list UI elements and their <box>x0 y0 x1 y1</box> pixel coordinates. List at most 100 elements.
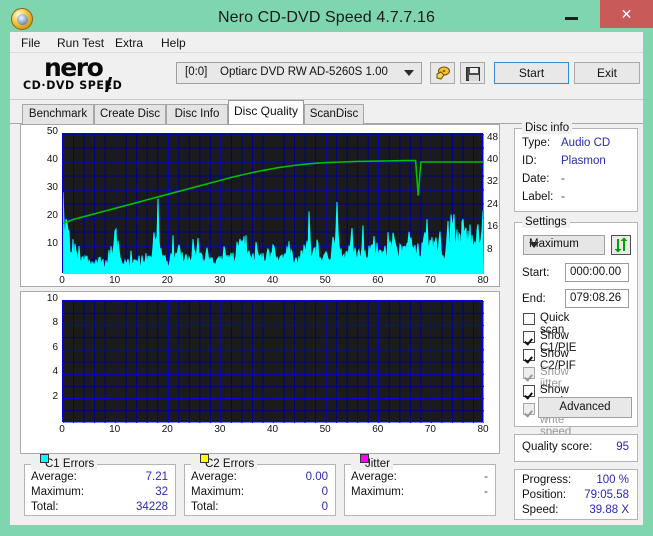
disc-info-group: Disc info Type: Audio CD ID: Plasmon Dat… <box>514 122 638 212</box>
jitter-stats-title: Jitter <box>351 454 393 470</box>
chevron-down-icon <box>404 70 414 76</box>
c2-maximum-value: 0 <box>321 486 328 498</box>
axis-tick-label: 30 <box>214 275 226 286</box>
axis-tick-label: 8 <box>487 243 493 255</box>
c1-total-label: Total: <box>31 501 59 513</box>
axis-tick-label: 30 <box>46 182 58 193</box>
toolbar: nero CD·DVD SPEED [0:0] Optiarc DVD RW A… <box>10 53 643 100</box>
c1-errors-stats: C1 Errors Average: 7.21 Maximum: 32 Tota… <box>24 454 176 516</box>
c1-plot-area <box>62 133 484 274</box>
quality-score-group: Quality score: 95 <box>514 434 638 462</box>
quality-score-value: 95 <box>616 441 629 453</box>
c2-plot-area <box>62 300 484 423</box>
c1-average-value: 7.21 <box>145 471 168 483</box>
refresh-button[interactable] <box>611 235 631 255</box>
refresh-arrows-icon <box>614 237 628 253</box>
jitter-maximum-label: Maximum: <box>351 486 405 498</box>
quality-score-label: Quality score: <box>522 441 593 453</box>
progress-label: Progress: <box>522 474 572 486</box>
axis-tick-label: 40 <box>46 154 58 165</box>
axis-tick-label: 10 <box>109 424 121 435</box>
settings-group: Settings Maximum Start: 000:00.00 End: 0… <box>514 216 638 438</box>
exit-button[interactable]: Exit <box>574 62 640 84</box>
nero-logo: nero CD·DVD SPEED <box>22 53 172 97</box>
nero-cd-dvd-speed-window: Nero CD-DVD Speed 4.7.7.16 File Run Test… <box>0 0 653 536</box>
progress-value: 100 % <box>596 474 629 486</box>
c2-maximum-label: Maximum: <box>191 486 245 498</box>
checkbox-box <box>523 385 535 397</box>
client-area: File Run Test Extra Help nero CD·DVD SPE… <box>9 31 644 525</box>
disc-info-title: Disc info <box>522 122 573 134</box>
axis-tick-label: 20 <box>161 424 173 435</box>
axis-tick-label: 40 <box>266 424 279 435</box>
checkbox-box <box>523 367 535 379</box>
disc-label-label: Label: <box>522 191 554 203</box>
jitter-stats: Jitter Average: - Maximum: - <box>344 454 496 516</box>
axis-tick-label: 80 <box>477 275 489 286</box>
start-button[interactable]: Start <box>494 62 569 84</box>
tab-create-disc[interactable]: Create Disc <box>94 104 166 124</box>
axis-tick-label: 48 <box>487 131 499 143</box>
drive-select[interactable]: [0:0] Optiarc DVD RW AD-5260S 1.00 <box>176 62 422 84</box>
chevron-down-icon <box>529 242 539 248</box>
c1-color-swatch <box>40 454 49 463</box>
axis-tick-label: 10 <box>109 275 121 286</box>
axis-tick-label: 0 <box>59 424 65 435</box>
axis-tick-label: 40 <box>487 154 499 165</box>
advanced-button[interactable]: Advanced <box>538 397 632 418</box>
c1-maximum-label: Maximum: <box>31 486 85 498</box>
drive-id: [0:0] <box>185 66 208 78</box>
eject-disc-button[interactable] <box>430 62 455 84</box>
checkbox-box <box>523 403 535 415</box>
speed-select[interactable]: Maximum <box>523 235 605 255</box>
tab-disc-info[interactable]: Disc Info <box>166 104 228 124</box>
status-group: Progress: 100 % Position: 79:05.58 Speed… <box>514 469 638 520</box>
settings-title: Settings <box>522 216 570 228</box>
menu-bar: File Run Test Extra Help <box>10 32 643 53</box>
axis-tick-label: 80 <box>477 424 489 435</box>
menu-extra[interactable]: Extra <box>110 35 148 51</box>
disc-quality-page: 10 20 30 40 50 8 16 24 32 40 48 0 10 20 30 40 50 60 70 80 2… <box>10 122 643 525</box>
start-time-label: Start: <box>522 267 550 279</box>
axis-tick-label: 20 <box>161 275 173 286</box>
tab-benchmark[interactable]: Benchmark <box>22 104 94 124</box>
end-time-value: 079:08.26 <box>570 292 622 304</box>
axis-tick-label: 60 <box>372 275 384 286</box>
disc-id-label: ID: <box>522 155 537 167</box>
axis-tick-label: 50 <box>319 424 331 435</box>
axis-tick-label: 2 <box>52 390 58 402</box>
disc-type-value: Audio CD <box>561 137 611 149</box>
checkbox-box <box>523 331 535 343</box>
c1-maximum-value: 32 <box>155 486 168 498</box>
axis-tick-label: 24 <box>487 198 499 210</box>
c1-average-label: Average: <box>31 471 77 483</box>
c1-stats-title: C1 Errors <box>31 454 98 470</box>
c1-errors-chart: 10 20 30 40 50 8 16 24 32 40 48 0 10 20 30 40 50 60 70 80 <box>20 124 500 287</box>
jitter-average-value: - <box>484 471 488 483</box>
start-time-value: 000:00.00 <box>570 266 622 278</box>
speed-label: Speed: <box>522 504 559 516</box>
tab-scandisc[interactable]: ScanDisc <box>304 104 364 124</box>
position-label: Position: <box>522 489 567 501</box>
menu-help[interactable]: Help <box>156 35 191 51</box>
start-time-field[interactable]: 000:00.00 <box>565 263 629 282</box>
floppy-disk-icon <box>466 67 480 81</box>
axis-tick-label: 70 <box>424 424 436 435</box>
axis-tick-label: 20 <box>46 210 58 221</box>
axis-tick-label: 60 <box>372 424 384 435</box>
end-time-label: End: <box>522 293 546 305</box>
close-button[interactable] <box>600 0 653 28</box>
axis-tick-label: 16 <box>487 221 499 233</box>
tab-disc-quality[interactable]: Disc Quality <box>228 100 304 124</box>
menu-file[interactable]: File <box>16 35 45 51</box>
end-time-field[interactable]: 079:08.26 <box>565 289 629 308</box>
save-results-button[interactable] <box>460 62 485 84</box>
c2-plot-canvas <box>63 301 484 423</box>
drive-name: Optiarc DVD RW AD-5260S 1.00 <box>220 66 388 78</box>
c1-plot-canvas <box>63 134 484 274</box>
position-value: 79:05.58 <box>584 489 629 501</box>
hand-disc-icon <box>436 66 450 80</box>
menu-run-test[interactable]: Run Test <box>52 35 109 51</box>
c2-stats-title: C2 Errors <box>191 454 258 470</box>
checkbox-box <box>523 349 535 361</box>
